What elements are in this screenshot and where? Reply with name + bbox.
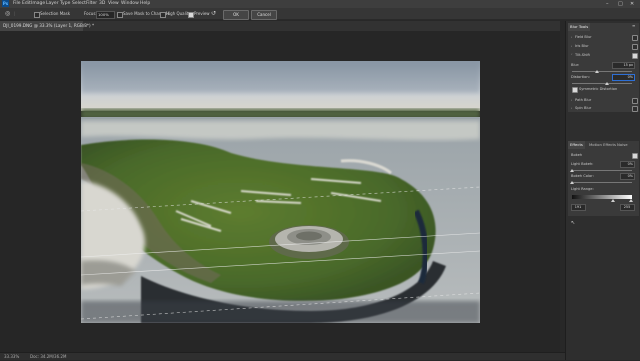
selection-mask-label: Selection Mask bbox=[40, 11, 71, 16]
blur-gallery-tool-icon[interactable]: ◎ bbox=[5, 8, 10, 20]
status-bar: 33.33% Doc: 34.2M/36.2M bbox=[0, 352, 565, 360]
close-icon[interactable]: ✕ bbox=[630, 0, 634, 8]
iris-blur-item[interactable]: Iris Blur bbox=[575, 44, 589, 48]
menu-layer[interactable]: Layer bbox=[46, 0, 59, 8]
aerial-photo-fort-island[interactable] bbox=[81, 61, 480, 323]
bokeh-color-slider-track[interactable] bbox=[572, 182, 632, 183]
menu-image[interactable]: Image bbox=[31, 0, 45, 8]
fort-ring bbox=[269, 225, 349, 259]
blur-slider-knob[interactable] bbox=[595, 70, 599, 73]
light-range-low-field[interactable]: 191 bbox=[571, 204, 586, 211]
light-range-high-field[interactable]: 255 bbox=[620, 204, 635, 211]
expand-arrow-icon[interactable]: › bbox=[571, 106, 572, 110]
mouse-cursor-icon: ↖ bbox=[571, 220, 576, 226]
menu-view[interactable]: View bbox=[108, 0, 119, 8]
options-bar: ◎ | Selection Mask Focus: 100% Save Mask… bbox=[0, 8, 640, 20]
reset-icon[interactable]: ↺ bbox=[211, 8, 216, 20]
menu-select[interactable]: Select bbox=[72, 0, 86, 8]
blur-tools-tab[interactable]: Blur Tools bbox=[568, 23, 591, 31]
menu-filter[interactable]: Filter bbox=[86, 0, 97, 8]
distortion-slider-knob[interactable] bbox=[605, 82, 609, 85]
menu-bar: Ps File Edit Image Layer Type Select Fil… bbox=[0, 0, 640, 8]
tab-motion-effects[interactable]: Motion Effects bbox=[587, 141, 618, 149]
photo-image bbox=[81, 61, 480, 323]
light-range-high-knob[interactable] bbox=[629, 199, 633, 202]
blur-value-field[interactable]: 15 px bbox=[612, 62, 635, 69]
preview-label: Preview bbox=[194, 11, 210, 16]
distortion-label: Distortion: bbox=[571, 75, 590, 79]
panel-menu-icon[interactable]: ≡ bbox=[632, 23, 635, 28]
distortion-value-field[interactable]: 0% bbox=[612, 74, 635, 81]
menu-help[interactable]: Help bbox=[140, 0, 150, 8]
right-panel-column: Blur Tools ≡ › Field Blur › Iris Blur ˅ … bbox=[565, 21, 640, 360]
blur-label: Blur: bbox=[571, 63, 580, 67]
spin-blur-item[interactable]: Spin Blur bbox=[575, 106, 591, 110]
symmetric-distortion-label: Symmetric Distortion bbox=[579, 87, 618, 91]
light-range-gradient[interactable] bbox=[572, 195, 632, 199]
tab-effects[interactable]: Effects bbox=[568, 141, 585, 149]
divider: | bbox=[14, 11, 16, 16]
light-bokeh-label: Light Bokeh: bbox=[571, 162, 594, 166]
document-tab-bar: DJI_0199.DNG @ 33.3% (Layer 1, RGB/8*) * bbox=[0, 21, 560, 31]
focus-label: Focus: bbox=[84, 11, 97, 16]
distortion-slider-track[interactable] bbox=[572, 83, 632, 84]
expand-arrow-icon[interactable]: › bbox=[571, 98, 572, 102]
menu-window[interactable]: Window bbox=[121, 0, 139, 8]
collapse-arrow-icon[interactable]: ˅ bbox=[571, 53, 573, 57]
bokeh-label: Bokeh bbox=[571, 153, 583, 157]
menu-file[interactable]: File bbox=[13, 0, 21, 8]
minimize-icon[interactable]: – bbox=[606, 0, 609, 8]
effects-panel: Effects Motion Effects Noise Bokeh Light… bbox=[568, 141, 639, 216]
bokeh-color-value-field[interactable]: 0% bbox=[620, 173, 635, 180]
light-bokeh-value-field[interactable]: 0% bbox=[620, 161, 635, 168]
light-bokeh-slider-knob[interactable] bbox=[570, 169, 574, 172]
menu-type[interactable]: Type bbox=[60, 0, 70, 8]
cancel-button[interactable]: Cancel bbox=[251, 10, 277, 20]
blur-slider-track[interactable] bbox=[572, 71, 632, 72]
bokeh-enable-checkbox[interactable] bbox=[632, 153, 638, 159]
ok-button[interactable]: OK bbox=[223, 10, 249, 20]
spin-blur-enable-checkbox[interactable] bbox=[632, 106, 638, 112]
iris-blur-enable-checkbox[interactable] bbox=[632, 44, 638, 50]
field-blur-enable-checkbox[interactable] bbox=[632, 35, 638, 41]
menu-3d[interactable]: 3D bbox=[99, 0, 105, 8]
focus-field[interactable]: 100% bbox=[96, 11, 115, 19]
symmetric-distortion-checkbox[interactable] bbox=[572, 87, 578, 93]
tilt-shift-enable-checkbox[interactable] bbox=[632, 53, 638, 59]
path-blur-item[interactable]: Path Blur bbox=[575, 98, 591, 102]
light-bokeh-slider-track[interactable] bbox=[572, 170, 632, 171]
field-blur-item[interactable]: Field Blur bbox=[575, 35, 592, 39]
photoshop-logo-icon: Ps bbox=[2, 0, 9, 7]
blur-tools-panel: Blur Tools ≡ › Field Blur › Iris Blur ˅ … bbox=[568, 23, 639, 112]
menu-edit[interactable]: Edit bbox=[22, 0, 31, 8]
document-tab[interactable]: DJI_0199.DNG @ 33.3% (Layer 1, RGB/8*) * bbox=[0, 21, 94, 31]
light-range-low-knob[interactable] bbox=[611, 199, 615, 202]
path-blur-enable-checkbox[interactable] bbox=[632, 98, 638, 104]
expand-arrow-icon[interactable]: › bbox=[571, 44, 572, 48]
maximize-icon[interactable]: □ bbox=[618, 0, 623, 8]
bokeh-color-slider-knob[interactable] bbox=[570, 181, 574, 184]
light-range-label: Light Range: bbox=[571, 187, 594, 191]
tilt-shift-item[interactable]: Tilt-Shift bbox=[575, 53, 590, 57]
tab-noise[interactable]: Noise bbox=[615, 141, 630, 149]
expand-arrow-icon[interactable]: › bbox=[571, 35, 572, 39]
bokeh-color-label: Bokeh Color: bbox=[571, 174, 594, 178]
